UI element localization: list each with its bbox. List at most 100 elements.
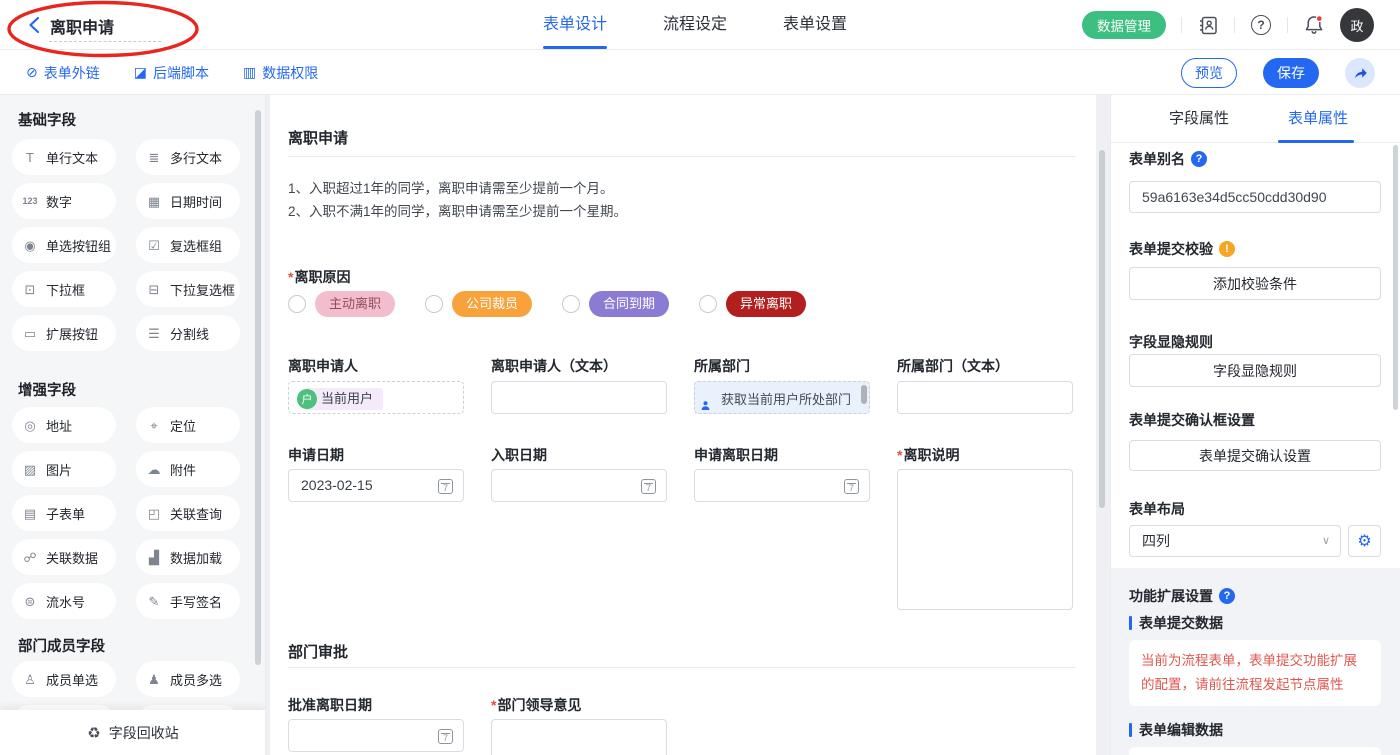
share-button[interactable] [1345, 58, 1375, 88]
form-title[interactable]: 离职申请 [288, 127, 348, 148]
radio-option[interactable]: 异常离职 [699, 291, 806, 317]
sidebar-item-member-single[interactable]: ♙成员单选 [12, 661, 116, 697]
radio-circle[interactable] [699, 295, 717, 313]
save-button[interactable]: 保存 [1263, 58, 1319, 88]
contact-book-icon[interactable] [1197, 14, 1219, 36]
calendar-icon: 7 [438, 479, 453, 494]
radio-option[interactable]: 主动离职 [288, 291, 395, 317]
sidebar-scrollbar[interactable] [255, 110, 261, 665]
sidebar-item-divider-line[interactable]: ☰分割线 [136, 315, 240, 351]
applicant-text-input[interactable] [491, 381, 667, 414]
description-line: 1、入职超过1年的同学，离职申请需至少提前一个月。 [288, 177, 627, 200]
sidebar-item-checkbox-group[interactable]: ☑复选框组 [136, 227, 240, 263]
tab-field-properties[interactable]: 字段属性 [1169, 95, 1229, 142]
form-alias-input[interactable]: 59a6163e34d5cc50cdd30d90 [1129, 181, 1381, 213]
panel-scrollbar[interactable] [1393, 145, 1398, 410]
layout-select[interactable]: 四列 ∨ [1129, 525, 1341, 557]
sidebar-item-single-line-text[interactable]: T单行文本 [12, 139, 116, 175]
sidebar-item-location[interactable]: ⌖定位 [136, 407, 240, 443]
help-icon[interactable]: ? [1250, 14, 1272, 36]
sidebar-item-extend-button[interactable]: ▭扩展按钮 [12, 315, 116, 351]
radio-circle[interactable] [425, 295, 443, 313]
single-line-text-icon: T [21, 151, 39, 164]
resign-note-textarea[interactable] [897, 469, 1073, 610]
field-recycle-bin[interactable]: ♻ 字段回收站 [0, 710, 266, 755]
sidebar-item-dropdown[interactable]: ⊡下拉框 [12, 271, 116, 307]
leader-opinion-textarea[interactable] [491, 719, 667, 755]
hire-date-input[interactable]: 7 [491, 469, 667, 502]
user-avatar[interactable]: 政 [1340, 8, 1374, 42]
current-user-tag[interactable]: 户 当前用户 [297, 388, 383, 410]
tab-form-properties[interactable]: 表单属性 [1288, 95, 1348, 142]
dept-text-input[interactable] [897, 381, 1073, 414]
form-canvas: 离职申请 1、入职超过1年的同学，离职申请需至少提前一个月。 2、入职不满1年的… [270, 95, 1096, 755]
warning-badge-icon[interactable]: ! [1219, 241, 1235, 257]
data-permission-link[interactable]: ▥ 数据权限 [243, 63, 318, 83]
sidebar-item-datetime[interactable]: ▦日期时间 [136, 183, 240, 219]
tab-flow-setting[interactable]: 流程设定 [663, 0, 727, 50]
section-title-dept-approval[interactable]: 部门审批 [288, 641, 348, 662]
option-tag[interactable]: 合同到期 [589, 291, 669, 317]
form-toolbar: ⊘ 表单外链 ◪ 后端脚本 ▥ 数据权限 预览 保存 [0, 50, 1400, 95]
tab-form-design[interactable]: 表单设计 [543, 0, 607, 50]
applicant-field[interactable]: 户 当前用户 [288, 381, 464, 414]
link-label: 表单外链 [44, 63, 100, 83]
radio-option[interactable]: 公司裁员 [425, 291, 532, 317]
sidebar-item-subform[interactable]: ▤子表单 [12, 495, 116, 531]
sidebar-item-linked-query[interactable]: ◰关联查询 [136, 495, 240, 531]
share-arrow-icon [1352, 65, 1368, 81]
data-manage-button[interactable]: 数据管理 [1082, 11, 1166, 39]
approve-date-input[interactable]: 7 [288, 719, 464, 752]
sidebar-item-multi-line-text[interactable]: ≣多行文本 [136, 139, 240, 175]
resign-date-input[interactable]: 7 [694, 469, 870, 502]
submit-validation-label: 表单提交校验 ! [1129, 239, 1235, 259]
properties-panel: 字段属性 表单属性 表单别名 ? 59a6163e34d5cc50cdd30d9… [1110, 95, 1400, 755]
sidebar-item-data-load[interactable]: ▟数据加载 [136, 539, 240, 575]
sidebar-item-member-multi[interactable]: ♟成员多选 [136, 661, 240, 697]
sidebar-item-attachment[interactable]: ☁附件 [136, 451, 240, 487]
apply-date-input[interactable]: 2023-02-15 7 [288, 469, 464, 502]
field-visibility-button[interactable]: 字段显隐规则 [1129, 354, 1381, 387]
field-label-apply-date: 申请日期 [288, 445, 344, 465]
dept-field-value: 获取当前用户所处部门 [721, 389, 857, 408]
sidebar-item-radio-group[interactable]: ◉单选按钮组 [12, 227, 116, 263]
form-external-link[interactable]: ⊘ 表单外链 [26, 63, 100, 83]
notification-bell-icon[interactable] [1303, 14, 1325, 36]
header-tabs: 表单设计 流程设定 表单设置 [543, 0, 847, 50]
sidebar-item-image[interactable]: ▨图片 [12, 451, 116, 487]
radio-option[interactable]: 合同到期 [562, 291, 669, 317]
divider-line-icon: ☰ [145, 327, 163, 340]
toolbar-buttons: 预览 保存 [1181, 50, 1375, 95]
sidebar-item-dropdown-multi[interactable]: ⊟下拉复选框 [136, 271, 240, 307]
canvas-scrollbar[interactable] [1099, 150, 1105, 508]
help-badge-icon[interactable]: ? [1219, 588, 1235, 604]
sidebar-item-serial-number[interactable]: ⊜流水号 [12, 583, 116, 619]
submit-confirm-label: 表单提交确认框设置 [1129, 410, 1255, 430]
field-label-dept: 所属部门 [694, 356, 750, 376]
extension-settings-label: 功能扩展设置 ? [1129, 586, 1235, 606]
title-divider [288, 156, 1076, 157]
submit-confirm-button[interactable]: 表单提交确认设置 [1129, 440, 1381, 471]
sidebar-item-address[interactable]: ◎地址 [12, 407, 116, 443]
option-tag[interactable]: 主动离职 [315, 291, 395, 317]
option-tag[interactable]: 异常离职 [726, 291, 806, 317]
sidebar-item-signature[interactable]: ✎手写签名 [136, 583, 240, 619]
add-validation-button[interactable]: 添加校验条件 [1129, 267, 1381, 300]
backend-script-link[interactable]: ◪ 后端脚本 [134, 63, 209, 83]
sidebar-item-number[interactable]: 123数字 [12, 183, 116, 219]
flow-form-warning: 当前为流程表单，表单提交功能扩展的配置，请前往流程发起节点属性 [1129, 640, 1381, 706]
enhanced-fields-grid: ◎地址 ⌖定位 ▨图片 ☁附件 ▤子表单 ◰关联查询 ☍关联数据 ▟数据加载 ⊜… [12, 407, 240, 619]
radio-circle[interactable] [288, 295, 306, 313]
back-button[interactable] [24, 13, 48, 37]
form-description[interactable]: 1、入职超过1年的同学，离职申请需至少提前一个月。 2、入职不满1年的同学，离职… [288, 177, 627, 223]
tab-form-setting[interactable]: 表单设置 [783, 0, 847, 50]
sidebar-item-linked-data[interactable]: ☍关联数据 [12, 539, 116, 575]
dept-field[interactable]: 获取当前用户所处部门 [694, 381, 870, 414]
radio-circle[interactable] [562, 295, 580, 313]
edit-data-card [1129, 747, 1381, 755]
preview-button[interactable]: 预览 [1181, 58, 1237, 88]
option-tag[interactable]: 公司裁员 [452, 291, 532, 317]
layout-settings-button[interactable]: ⚙ [1348, 525, 1381, 557]
dept-field-scrollbar[interactable] [861, 385, 867, 404]
help-badge-icon[interactable]: ? [1191, 151, 1207, 167]
